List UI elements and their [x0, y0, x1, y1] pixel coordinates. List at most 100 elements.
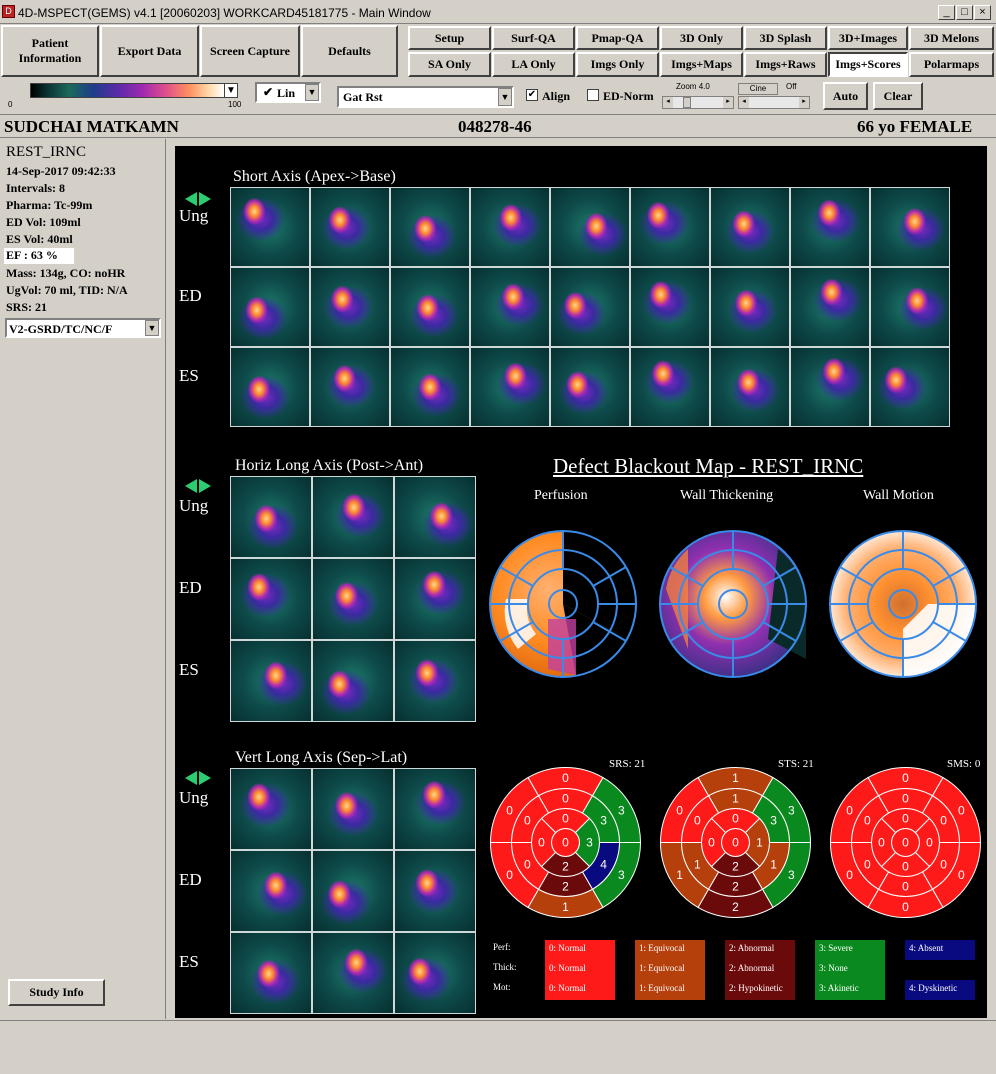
- hla-slice-0-0[interactable]: [230, 476, 312, 558]
- hla-slice-1-0[interactable]: [230, 558, 312, 640]
- view-imgsscores-button[interactable]: Imgs+Scores: [828, 52, 908, 77]
- hla-slice-1-1[interactable]: [312, 558, 394, 640]
- sa-slice-1-4[interactable]: [550, 267, 630, 347]
- sa-slice-2-5[interactable]: [630, 347, 710, 427]
- screen-capture-button[interactable]: Screen Capture: [200, 25, 300, 77]
- wall-thickening-label: Wall Thickening: [680, 488, 774, 503]
- zoom-slider[interactable]: ◂ ▸: [662, 96, 734, 109]
- sa-prev-arrow-icon[interactable]: [185, 192, 197, 206]
- cine-button[interactable]: Cine: [738, 83, 778, 95]
- thick-score-2-3: 2: [732, 900, 739, 914]
- view-saonly-button[interactable]: SA Only: [408, 52, 491, 77]
- patient-info-button[interactable]: Patient Information: [1, 25, 99, 77]
- window-title: 4D-MSPECT(GEMS) v4.1 [20060203] WORKCARD…: [18, 6, 431, 20]
- vla-slice-1-1[interactable]: [312, 850, 394, 932]
- sa-slice-1-8[interactable]: [870, 267, 950, 347]
- sa-slice-2-6[interactable]: [710, 347, 790, 427]
- sa-slice-0-3[interactable]: [470, 187, 550, 267]
- align-checkbox[interactable]: ✔: [526, 89, 538, 101]
- sa-slice-2-0[interactable]: [230, 347, 310, 427]
- sa-slice-0-2[interactable]: [390, 187, 470, 267]
- vla-slice-2-2[interactable]: [394, 932, 476, 1014]
- color-bar-arrow-icon[interactable]: ▼: [224, 83, 238, 98]
- vla-prev-arrow-icon[interactable]: [185, 771, 197, 785]
- legend-item: 1: Equivocal: [635, 940, 705, 960]
- view-imgsraws-button[interactable]: Imgs+Raws: [744, 52, 827, 77]
- sa-slice-1-5[interactable]: [630, 267, 710, 347]
- view-pmapqa-button[interactable]: Pmap-QA: [576, 26, 659, 50]
- sa-slice-0-7[interactable]: [790, 187, 870, 267]
- hla-slice-0-1[interactable]: [312, 476, 394, 558]
- hla-prev-arrow-icon[interactable]: [185, 479, 197, 493]
- vla-slice-0-1[interactable]: [312, 768, 394, 850]
- vla-slice-1-2[interactable]: [394, 850, 476, 932]
- dataset-dropdown[interactable]: Gat Rst ▼: [337, 86, 514, 108]
- zoom-slider-thumb[interactable]: [683, 97, 691, 108]
- hla-next-arrow-icon[interactable]: [199, 479, 211, 493]
- model-dropdown[interactable]: V2-GSRD/TC/NC/F ▼: [5, 318, 161, 338]
- sa-slice-1-6[interactable]: [710, 267, 790, 347]
- vla-slice-2-1[interactable]: [312, 932, 394, 1014]
- mot-score-2-3: 0: [902, 900, 909, 914]
- perf-score-2-1: 3: [618, 803, 625, 817]
- sa-slice-2-3[interactable]: [470, 347, 550, 427]
- view-imgsmaps-button[interactable]: Imgs+Maps: [660, 52, 743, 77]
- view-3dimages-button[interactable]: 3D+Images: [828, 26, 908, 50]
- sa-slice-2-4[interactable]: [550, 347, 630, 427]
- sa-slice-1-2[interactable]: [390, 267, 470, 347]
- auto-button[interactable]: Auto: [823, 82, 868, 110]
- hla-slice-0-2[interactable]: [394, 476, 476, 558]
- sa-slice-1-1[interactable]: [310, 267, 390, 347]
- study-info-button[interactable]: Study Info: [8, 979, 105, 1006]
- sa-slice-0-1[interactable]: [310, 187, 390, 267]
- thick-score-1-1: 3: [770, 814, 777, 828]
- sa-slice-2-2[interactable]: [390, 347, 470, 427]
- mot-score-apex: 0: [902, 836, 909, 850]
- view-3dmelons-button[interactable]: 3D Melons: [909, 26, 994, 50]
- sa-slice-1-3[interactable]: [470, 267, 550, 347]
- legend-item: 2: Abnormal: [725, 940, 795, 960]
- maximize-button[interactable]: □: [956, 5, 973, 20]
- clear-button[interactable]: Clear: [873, 82, 923, 110]
- sa-slice-2-1[interactable]: [310, 347, 390, 427]
- vla-slice-0-0[interactable]: [230, 768, 312, 850]
- sa-slice-1-0[interactable]: [230, 267, 310, 347]
- export-data-button[interactable]: Export Data: [100, 25, 199, 77]
- view-imgsonly-button[interactable]: Imgs Only: [576, 52, 659, 77]
- sa-slice-0-0[interactable]: [230, 187, 310, 267]
- hla-slice-1-2[interactable]: [394, 558, 476, 640]
- chevron-down-icon[interactable]: ▼: [305, 84, 319, 101]
- sa-next-arrow-icon[interactable]: [199, 192, 211, 206]
- hla-slice-2-1[interactable]: [312, 640, 394, 722]
- view-surfqa-button[interactable]: Surf-QA: [492, 26, 575, 50]
- view-polarmaps-button[interactable]: Polarmaps: [909, 52, 994, 77]
- minimize-button[interactable]: _: [938, 5, 955, 20]
- perfusion-blackout-map: [489, 530, 637, 678]
- ednorm-checkbox[interactable]: [587, 89, 599, 101]
- view-3dsplash-button[interactable]: 3D Splash: [744, 26, 827, 50]
- vla-slice-2-0[interactable]: [230, 932, 312, 1014]
- sa-slice-2-8[interactable]: [870, 347, 950, 427]
- perf-score-2-2: 3: [618, 868, 625, 882]
- vla-next-arrow-icon[interactable]: [199, 771, 211, 785]
- vla-slice-0-2[interactable]: [394, 768, 476, 850]
- sa-slice-0-8[interactable]: [870, 187, 950, 267]
- chevron-down-icon[interactable]: ▼: [145, 320, 159, 336]
- sa-slice-0-5[interactable]: [630, 187, 710, 267]
- sa-slice-0-4[interactable]: [550, 187, 630, 267]
- sa-slice-2-7[interactable]: [790, 347, 870, 427]
- scale-mode-dropdown[interactable]: ✔ Lin ▼: [255, 82, 321, 103]
- view-setup-button[interactable]: Setup: [408, 26, 491, 50]
- sa-slice-0-6[interactable]: [710, 187, 790, 267]
- hla-slice-2-2[interactable]: [394, 640, 476, 722]
- hla-slice-2-0[interactable]: [230, 640, 312, 722]
- view-3donly-button[interactable]: 3D Only: [660, 26, 743, 50]
- cine-slider[interactable]: ◂ ▸: [738, 96, 810, 109]
- defaults-button[interactable]: Defaults: [301, 25, 398, 77]
- vla-slice-1-0[interactable]: [230, 850, 312, 932]
- app-icon: D: [2, 5, 15, 18]
- view-laonly-button[interactable]: LA Only: [492, 52, 575, 77]
- chevron-down-icon[interactable]: ▼: [498, 88, 512, 106]
- close-button[interactable]: ×: [974, 5, 991, 20]
- sa-slice-1-7[interactable]: [790, 267, 870, 347]
